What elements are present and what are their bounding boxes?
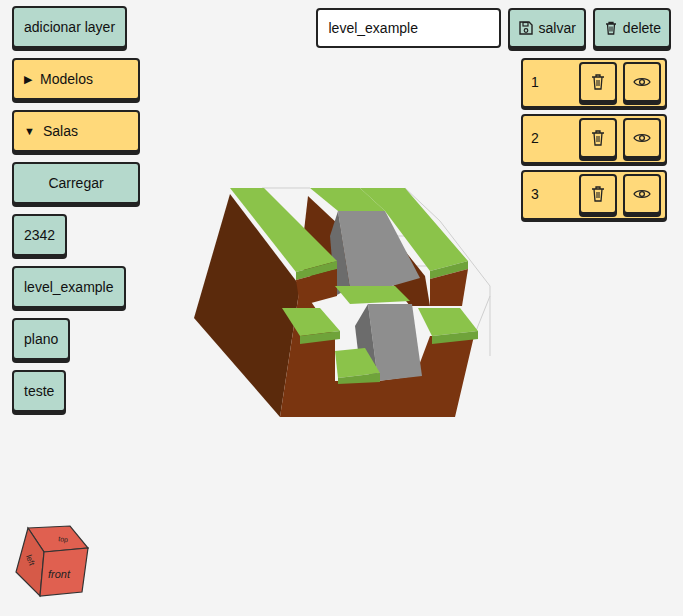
trash-icon	[590, 185, 606, 203]
room-item[interactable]: level_example	[12, 266, 126, 308]
layer-visibility-button[interactable]	[623, 174, 661, 214]
layer-visibility-button[interactable]	[623, 62, 661, 102]
room-item[interactable]: 2342	[12, 214, 67, 256]
front-label: front	[48, 568, 71, 580]
workspace: 1 2 3	[152, 58, 671, 428]
orientation-cube[interactable]: top left front	[12, 522, 92, 602]
layer-delete-button[interactable]	[579, 174, 617, 214]
room-item[interactable]: teste	[12, 370, 66, 412]
layer-delete-button[interactable]	[579, 118, 617, 158]
load-button[interactable]: Carregar	[12, 162, 140, 204]
eye-icon	[633, 131, 651, 145]
save-button[interactable]: salvar	[508, 8, 585, 48]
toggle-icon: ▶	[24, 69, 32, 89]
level-name-input[interactable]	[316, 8, 501, 48]
layer-delete-button[interactable]	[579, 62, 617, 102]
trash-icon	[603, 20, 619, 36]
section-toggle[interactable]: ▶Modelos	[12, 58, 140, 100]
layer-visibility-button[interactable]	[623, 118, 661, 158]
left-label: left	[24, 554, 36, 568]
room-item[interactable]: plano	[12, 318, 70, 360]
eye-icon	[633, 75, 651, 89]
trash-icon	[590, 129, 606, 147]
toolbar: salvardelete	[152, 8, 671, 48]
layer-card: 3	[521, 170, 667, 220]
floppy-icon	[518, 20, 534, 36]
layer-list: 1 2 3	[521, 58, 667, 428]
trash-icon	[590, 73, 606, 91]
main-area: salvardelete 1 2 3	[152, 6, 671, 610]
delete-button[interactable]: delete	[593, 8, 671, 48]
add-layer-button[interactable]: adicionar layer	[12, 6, 127, 48]
level-editor: adicionar layer ▶Modelos ▼Salas Carregar 234…	[0, 0, 683, 616]
sidebar: adicionar layer ▶Modelos ▼Salas Carregar 234…	[12, 6, 152, 610]
section-toggle[interactable]: ▼Salas	[12, 110, 140, 152]
top-label: top	[58, 535, 69, 544]
toggle-icon: ▼	[24, 121, 35, 141]
layer-card: 1	[521, 58, 667, 108]
layer-card: 2	[521, 114, 667, 164]
voxel-scene[interactable]	[170, 58, 510, 428]
eye-icon	[633, 187, 651, 201]
